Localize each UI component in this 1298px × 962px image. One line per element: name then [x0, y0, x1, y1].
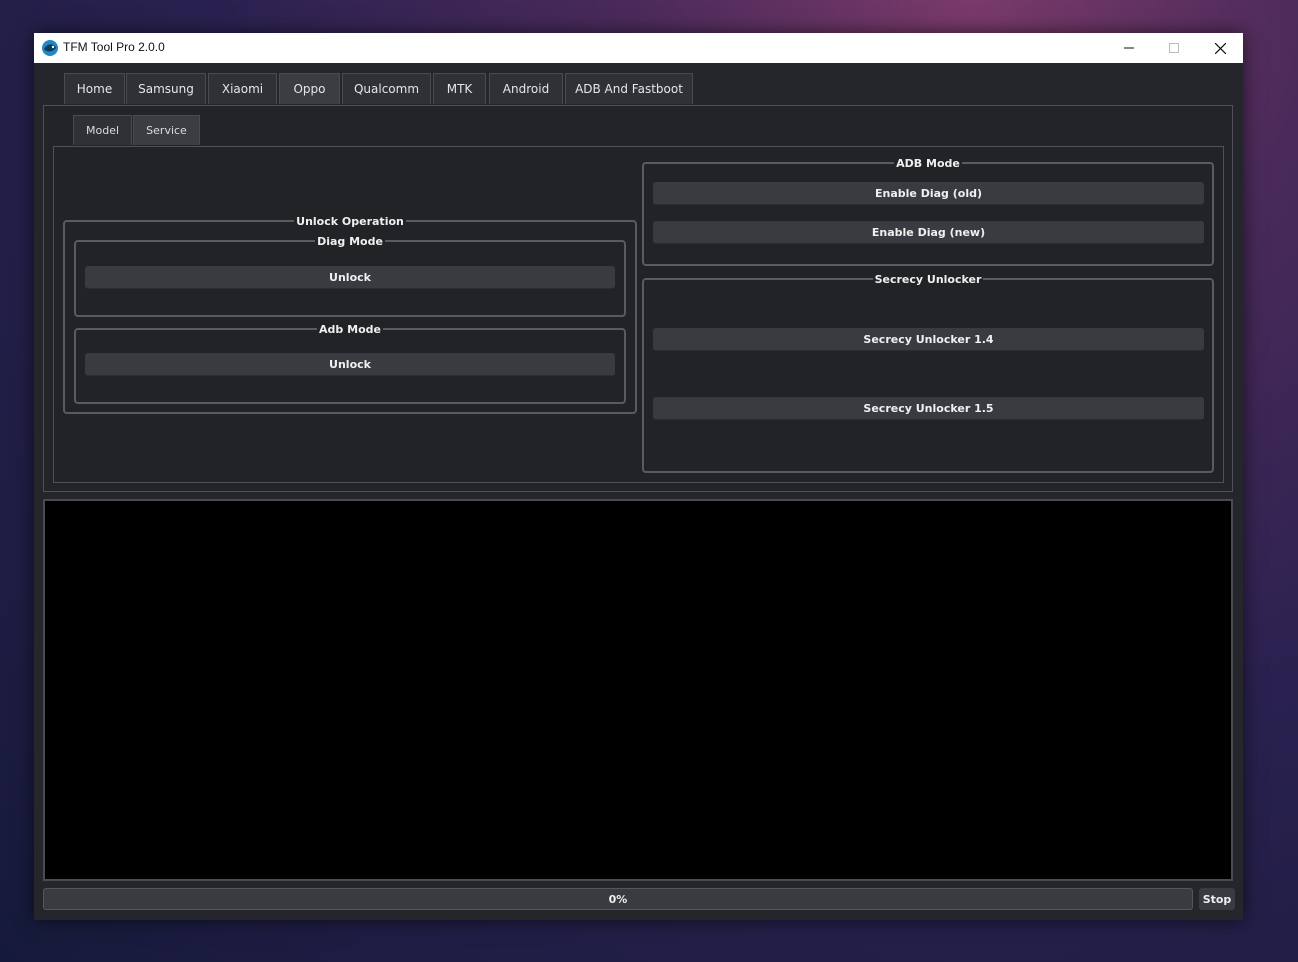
close-button[interactable] [1197, 33, 1243, 63]
tab-service[interactable]: Service [133, 115, 200, 145]
maximize-icon [1169, 43, 1179, 53]
tab-model[interactable]: Model [73, 115, 132, 145]
enable-diag-new-button[interactable]: Enable Diag (new) [653, 221, 1204, 244]
secrecy-unlocker-group: Secrecy Unlocker Secrecy Unlocker 1.4 Se… [642, 273, 1214, 473]
close-icon [1214, 42, 1226, 54]
service-panel: Unlock Operation Diag Mode Unlock Adb Mo… [53, 146, 1224, 483]
adb-mode-title: Adb Mode [317, 323, 383, 336]
app-window: TFM Tool Pro 2.0.0 Home Samsung Xiaomi O… [34, 33, 1243, 920]
log-output[interactable] [43, 499, 1233, 881]
adb-unlock-button[interactable]: Unlock [85, 353, 615, 376]
secrecy-unlocker-1-4-button[interactable]: Secrecy Unlocker 1.4 [653, 328, 1204, 351]
tab-android[interactable]: Android [489, 73, 563, 104]
secrecy-unlocker-1-5-button[interactable]: Secrecy Unlocker 1.5 [653, 397, 1204, 420]
progress-label: 0% [608, 892, 628, 906]
diag-mode-group: Diag Mode Unlock [74, 235, 626, 317]
window-title: TFM Tool Pro 2.0.0 [63, 40, 165, 54]
stop-button[interactable]: Stop [1199, 888, 1235, 910]
secrecy-unlocker-title: Secrecy Unlocker [872, 273, 984, 286]
maximize-button[interactable] [1151, 33, 1197, 63]
tab-home[interactable]: Home [64, 73, 125, 104]
unlock-operation-group: Unlock Operation Diag Mode Unlock Adb Mo… [63, 215, 637, 414]
minimize-button[interactable] [1106, 33, 1152, 63]
adb-mode-unlock-group: Adb Mode Unlock [74, 323, 626, 404]
diag-unlock-button[interactable]: Unlock [85, 266, 615, 289]
tab-oppo[interactable]: Oppo [279, 73, 340, 104]
diag-mode-title: Diag Mode [315, 235, 385, 248]
tab-samsung[interactable]: Samsung [126, 73, 206, 104]
tab-xiaomi[interactable]: Xiaomi [208, 73, 277, 104]
unlock-operation-title: Unlock Operation [294, 215, 406, 228]
tab-qualcomm[interactable]: Qualcomm [342, 73, 431, 104]
tab-mtk[interactable]: MTK [433, 73, 486, 104]
adb-mode-group-title: ADB Mode [894, 157, 962, 170]
tab-adb-and-fastboot[interactable]: ADB And Fastboot [565, 73, 693, 104]
enable-diag-old-button[interactable]: Enable Diag (old) [653, 182, 1204, 205]
title-bar[interactable]: TFM Tool Pro 2.0.0 [34, 33, 1243, 63]
fish-logo-icon [42, 40, 58, 56]
progress-bar: 0% [43, 888, 1193, 910]
minimize-icon [1124, 47, 1134, 49]
adb-mode-group: ADB Mode Enable Diag (old) Enable Diag (… [642, 157, 1214, 266]
